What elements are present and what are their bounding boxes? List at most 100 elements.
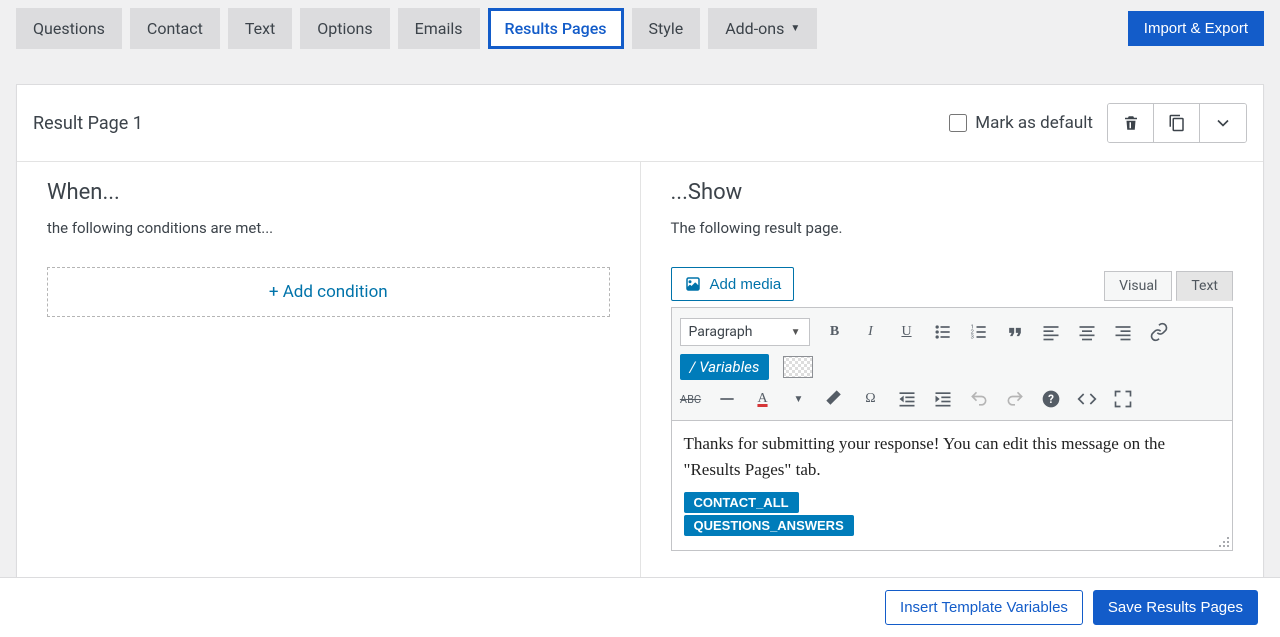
align-left-icon	[1041, 322, 1061, 342]
svg-text:3: 3	[970, 335, 973, 341]
redo-button[interactable]	[1004, 388, 1026, 410]
undo-icon	[969, 389, 989, 409]
editor-content-area[interactable]: Thanks for submitting your response! You…	[672, 421, 1233, 550]
when-sub: the following conditions are met...	[47, 219, 610, 237]
numbered-list-icon: 123	[969, 322, 989, 342]
fullscreen-icon	[1113, 389, 1133, 409]
text-color-button[interactable]: A	[752, 388, 774, 410]
align-center-icon	[1077, 322, 1097, 342]
mark-default-label: Mark as default	[975, 113, 1093, 133]
outdent-icon	[897, 389, 917, 409]
chevron-down-icon: ▼	[791, 327, 801, 338]
chevron-down-icon: ▼	[790, 23, 800, 34]
indent-icon	[933, 389, 953, 409]
tab-results-pages[interactable]: Results Pages	[488, 8, 624, 49]
link-icon	[1149, 322, 1169, 342]
tab-contact[interactable]: Contact	[130, 8, 220, 49]
save-results-pages-button[interactable]: Save Results Pages	[1093, 590, 1258, 625]
when-heading: When...	[47, 180, 610, 205]
show-column: ...Show The following result page. Add m…	[641, 162, 1264, 581]
result-page-card: Result Page 1 Mark as default	[16, 84, 1264, 582]
align-right-button[interactable]	[1112, 321, 1134, 343]
show-heading: ...Show	[671, 180, 1234, 205]
editor-paragraph: Thanks for submitting your response! You…	[684, 431, 1221, 482]
align-left-button[interactable]	[1040, 321, 1062, 343]
tab-emails[interactable]: Emails	[398, 8, 480, 49]
toolbar-row-1b: / Variables	[680, 350, 1225, 384]
card-wrapper: Result Page 1 Mark as default	[0, 49, 1280, 582]
tab-addons[interactable]: Add-ons ▼	[708, 8, 817, 49]
background-color-swatch[interactable]	[783, 356, 813, 378]
show-sub: The following result page.	[671, 219, 1234, 237]
trash-icon	[1122, 114, 1140, 132]
copy-icon	[1168, 114, 1186, 132]
insert-template-variables-button[interactable]: Insert Template Variables	[885, 590, 1083, 625]
editor-mode-tabs: Visual Text	[1104, 271, 1233, 301]
help-button[interactable]: ?	[1040, 388, 1062, 410]
toolbar-row-1: Paragraph ▼ B I U 123	[680, 314, 1225, 350]
import-export-button[interactable]: Import & Export	[1128, 11, 1264, 46]
mark-default[interactable]: Mark as default	[949, 113, 1093, 133]
chevron-down-icon	[1213, 113, 1233, 133]
add-media-button[interactable]: Add media	[671, 267, 795, 301]
eraser-icon	[825, 389, 845, 409]
numbered-list-button[interactable]: 123	[968, 321, 990, 343]
variables-button[interactable]: / Variables	[680, 354, 770, 380]
editor-toolbar: Paragraph ▼ B I U 123	[671, 307, 1234, 421]
redo-icon	[1005, 389, 1025, 409]
add-condition-button[interactable]: + Add condition	[47, 267, 610, 317]
fullscreen-button[interactable]	[1112, 388, 1134, 410]
link-button[interactable]	[1148, 321, 1170, 343]
tab-questions[interactable]: Questions	[16, 8, 122, 49]
bullet-list-icon	[933, 322, 953, 342]
resize-handle-icon[interactable]	[1216, 534, 1232, 550]
editor-area-wrap: Thanks for submitting your response! You…	[671, 421, 1234, 551]
card-body: When... the following conditions are met…	[17, 162, 1263, 581]
editor-tab-visual[interactable]: Visual	[1104, 271, 1172, 301]
indent-button[interactable]	[932, 388, 954, 410]
bullet-list-button[interactable]	[932, 321, 954, 343]
toolbar-row-2: ABC A ▼ Ω	[680, 384, 1225, 414]
undo-button[interactable]	[968, 388, 990, 410]
format-select[interactable]: Paragraph ▼	[680, 318, 810, 346]
card-action-group	[1107, 103, 1247, 143]
underline-button[interactable]: U	[896, 321, 918, 343]
clear-formatting-button[interactable]	[824, 388, 846, 410]
collapse-button[interactable]	[1200, 104, 1246, 142]
tab-addons-label: Add-ons	[725, 19, 784, 38]
editor-tab-text[interactable]: Text	[1176, 271, 1233, 301]
quote-icon	[1005, 322, 1025, 342]
tab-options[interactable]: Options	[300, 8, 389, 49]
align-right-icon	[1113, 322, 1133, 342]
tab-text[interactable]: Text	[228, 8, 292, 49]
add-media-label: Add media	[710, 276, 782, 293]
card-header-right: Mark as default	[949, 103, 1247, 143]
blockquote-button[interactable]	[1004, 321, 1026, 343]
format-select-label: Paragraph	[689, 324, 753, 340]
code-icon	[1077, 389, 1097, 409]
tab-style[interactable]: Style	[632, 8, 701, 49]
variable-tag-questions-answers[interactable]: QUESTIONS_ANSWERS	[684, 515, 854, 536]
strikethrough-button[interactable]: ABC	[680, 388, 702, 410]
align-center-button[interactable]	[1076, 321, 1098, 343]
code-button[interactable]	[1076, 388, 1098, 410]
bold-button[interactable]: B	[824, 321, 846, 343]
editor-top-row: Add media Visual Text	[671, 267, 1234, 301]
delete-button[interactable]	[1108, 104, 1154, 142]
special-character-button[interactable]: Ω	[860, 388, 882, 410]
card-header: Result Page 1 Mark as default	[17, 85, 1263, 162]
italic-button[interactable]: I	[860, 321, 882, 343]
tab-bar: Questions Contact Text Options Emails Re…	[0, 0, 1280, 49]
svg-text:?: ?	[1048, 392, 1054, 406]
variable-tag-contact-all[interactable]: CONTACT_ALL	[684, 492, 799, 513]
card-title: Result Page 1	[33, 113, 143, 134]
when-column: When... the following conditions are met…	[17, 162, 641, 581]
duplicate-button[interactable]	[1154, 104, 1200, 142]
horizontal-rule-button[interactable]	[716, 388, 738, 410]
help-icon: ?	[1041, 389, 1061, 409]
text-color-dropdown[interactable]: ▼	[788, 388, 810, 410]
hr-icon	[717, 389, 737, 409]
media-icon	[684, 275, 702, 293]
mark-default-checkbox[interactable]	[949, 114, 967, 132]
outdent-button[interactable]	[896, 388, 918, 410]
